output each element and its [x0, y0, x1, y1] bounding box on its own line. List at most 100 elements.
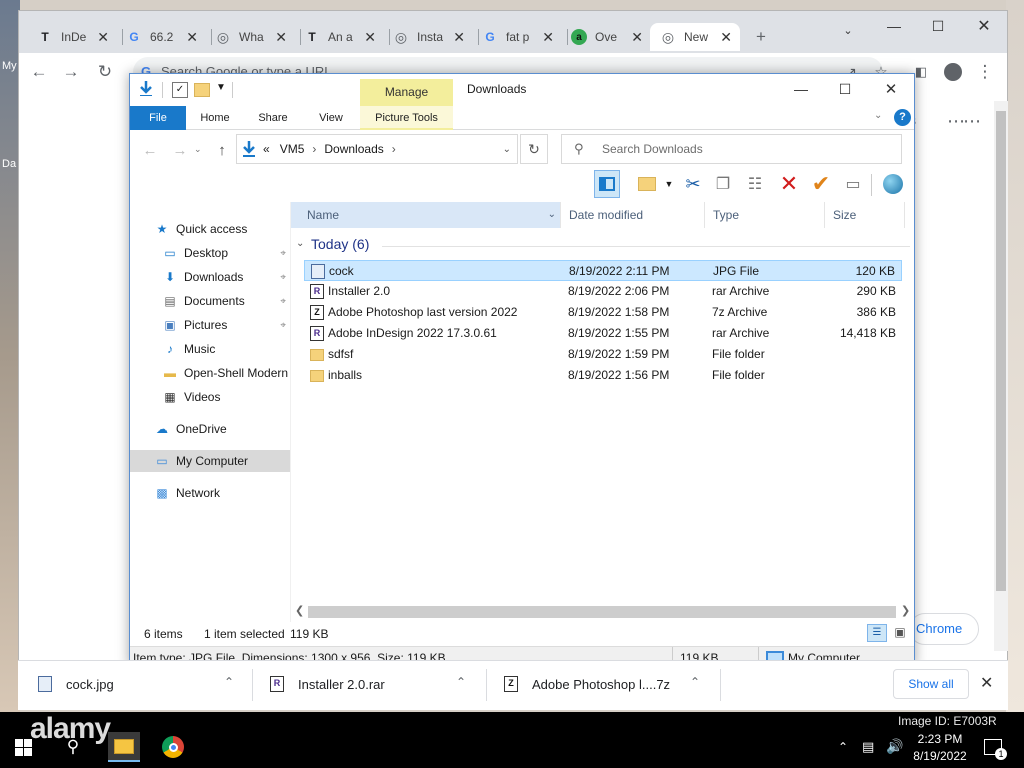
desktop-icon-label[interactable]: My	[2, 60, 17, 72]
breadcrumb-separator-icon[interactable]: ›	[312, 142, 316, 156]
file-row[interactable]: R Adobe InDesign 2022 17.3.0.61 8/19/2022 …	[304, 323, 902, 344]
large-icons-view-icon[interactable]: ▣	[890, 624, 910, 642]
address-bar[interactable]: « VM5 › Downloads › ⌄	[236, 134, 518, 164]
new-folder-icon[interactable]	[194, 83, 210, 97]
search-downloads-input[interactable]: ⚲ Search Downloads	[561, 134, 902, 164]
column-type[interactable]: Type	[705, 202, 825, 228]
tab-0[interactable]: T InDe ✕	[27, 23, 117, 51]
file-explorer-taskbar-icon[interactable]	[108, 732, 140, 762]
tab-home[interactable]: Home	[190, 106, 240, 130]
download-item-installer-rar[interactable]: R Installer 2.0.rar	[270, 671, 385, 697]
chrome-taskbar-icon[interactable]	[158, 732, 188, 762]
paste-icon[interactable]: ☷	[742, 170, 768, 198]
volume-icon[interactable]: 🔊	[886, 738, 903, 755]
properties-icon[interactable]: ▭	[840, 170, 866, 198]
file-row[interactable]: cock 8/19/2022 2:11 PM JPG File 120 KB	[304, 260, 902, 281]
tab-1[interactable]: G 66.2 ✕	[116, 23, 206, 51]
column-name[interactable]: Name ⌄	[291, 202, 561, 228]
close-tab-icon[interactable]: ✕	[364, 29, 376, 46]
scrollbar-thumb[interactable]	[308, 606, 896, 618]
tab-3[interactable]: T An a ✕	[294, 23, 384, 51]
forward-icon[interactable]: →	[166, 136, 194, 164]
address-dropdown-icon[interactable]: ⌄	[503, 144, 511, 155]
close-tab-icon[interactable]: ✕	[275, 29, 287, 46]
close-downloads-icon[interactable]: ✕	[980, 673, 993, 693]
preview-pane-icon[interactable]	[594, 170, 620, 198]
chevron-up-icon[interactable]: ⌃	[456, 675, 466, 689]
tab-file[interactable]: File	[130, 106, 186, 130]
recent-locations-icon[interactable]: ⌄	[194, 144, 202, 155]
maximize-icon[interactable]: ☐	[915, 11, 961, 41]
chevron-up-icon[interactable]: ⌃	[224, 675, 234, 689]
clock[interactable]: 2:23 PM 8/19/2022	[912, 732, 968, 763]
nav-item-documents[interactable]: ▤ Documents ⌖	[130, 290, 290, 312]
nav-item-quick-access[interactable]: ★ Quick access	[130, 218, 290, 240]
breadcrumb-item-vm5[interactable]: VM5	[280, 142, 305, 156]
tab-view[interactable]: View	[306, 106, 356, 130]
nav-item-pictures[interactable]: ▣ Pictures ⌖	[130, 314, 290, 336]
cut-icon[interactable]: ✂	[680, 170, 706, 198]
collapse-group-icon[interactable]: ⌄	[296, 238, 304, 249]
profile-avatar-icon[interactable]	[939, 58, 967, 86]
tab-2[interactable]: ◎ Wha ✕	[205, 23, 295, 51]
tab-4[interactable]: ◎ Insta ✕	[383, 23, 473, 51]
new-tab-button[interactable]: +	[747, 23, 775, 51]
sort-dropdown-icon[interactable]: ⌄	[548, 202, 556, 228]
delete-icon[interactable]: ✕	[776, 170, 802, 198]
file-row[interactable]: inballs 8/19/2022 1:56 PM File folder	[304, 365, 902, 386]
nav-item-downloads[interactable]: ⬇ Downloads ⌖	[130, 266, 290, 288]
close-tab-icon[interactable]: ✕	[186, 29, 198, 46]
nav-item-videos[interactable]: ▦ Videos	[130, 386, 290, 408]
tab-7[interactable]: ◎ New ✕	[650, 23, 740, 51]
menu-icon[interactable]: ⋮	[971, 58, 999, 86]
desktop-icon-label[interactable]: Da	[2, 158, 16, 170]
download-arrow-icon[interactable]	[138, 80, 154, 96]
customize-chrome-button[interactable]: Chrome	[909, 613, 979, 645]
file-row[interactable]: R Installer 2.0 8/19/2022 2:06 PM rar Archi…	[304, 281, 902, 302]
help-icon[interactable]: ?	[894, 109, 911, 126]
refresh-icon[interactable]: ↻	[520, 134, 548, 164]
back-icon[interactable]: ←	[25, 58, 53, 86]
scroll-right-icon[interactable]: ❯	[901, 604, 910, 617]
forward-icon[interactable]: →	[57, 58, 85, 86]
file-row[interactable]: sdfsf 8/19/2022 1:59 PM File folder	[304, 344, 902, 365]
globe-icon[interactable]	[880, 170, 906, 198]
close-tab-icon[interactable]: ✕	[542, 29, 554, 46]
chevron-up-icon[interactable]: ⌃	[690, 675, 700, 689]
search-icon[interactable]: ⚲	[58, 732, 88, 762]
close-tab-icon[interactable]: ✕	[720, 29, 732, 46]
reload-icon[interactable]: ↻	[91, 58, 119, 86]
nav-item-network[interactable]: ▩ Network	[130, 482, 290, 504]
file-row[interactable]: Z Adobe Photoshop last version 2022 8/19/2…	[304, 302, 902, 323]
horizontal-scrollbar[interactable]: ❮ ❯	[293, 604, 913, 620]
nav-item-my-computer[interactable]: ▭ My Computer	[130, 450, 290, 472]
nav-item-onedrive[interactable]: ☁ OneDrive	[130, 418, 290, 440]
notification-center-icon[interactable]: 1	[984, 739, 1007, 760]
ribbon-expand-icon[interactable]: ⌄	[874, 110, 882, 121]
group-header-today[interactable]: Today (6)	[311, 236, 369, 252]
tab-6[interactable]: a Ove ✕	[561, 23, 651, 51]
tab-picture-tools[interactable]: Picture Tools	[360, 106, 453, 130]
breadcrumb-overflow[interactable]: «	[263, 142, 270, 156]
nav-item-music[interactable]: ♪ Music	[130, 338, 290, 360]
show-all-button[interactable]: Show all	[893, 669, 969, 699]
network-status-icon[interactable]: ▤	[862, 739, 874, 755]
page-scrollbar[interactable]	[994, 101, 1008, 651]
column-size[interactable]: Size	[825, 202, 905, 228]
close-icon[interactable]: ✕	[868, 74, 914, 104]
checkmark-icon[interactable]: ✔	[808, 170, 834, 198]
minimize-icon[interactable]: —	[778, 74, 824, 104]
manage-contextual-tab[interactable]: Manage	[360, 79, 453, 106]
download-item-cock-jpg[interactable]: cock.jpg	[38, 671, 114, 697]
customize-qat-icon[interactable]: ▼	[216, 82, 226, 93]
dropdown-icon[interactable]: ▼	[656, 170, 682, 198]
properties-checkbox-icon[interactable]: ✓	[172, 82, 188, 98]
close-tab-icon[interactable]: ✕	[631, 29, 643, 46]
close-tab-icon[interactable]: ✕	[97, 29, 109, 46]
up-arrow-icon[interactable]: ↑	[208, 136, 236, 164]
tab-search-icon[interactable]: ⌄	[825, 15, 871, 45]
tab-share[interactable]: Share	[248, 106, 298, 130]
close-icon[interactable]: ✕	[961, 11, 1007, 41]
details-view-icon[interactable]: ☰	[867, 624, 887, 642]
back-icon[interactable]: ←	[136, 136, 164, 164]
